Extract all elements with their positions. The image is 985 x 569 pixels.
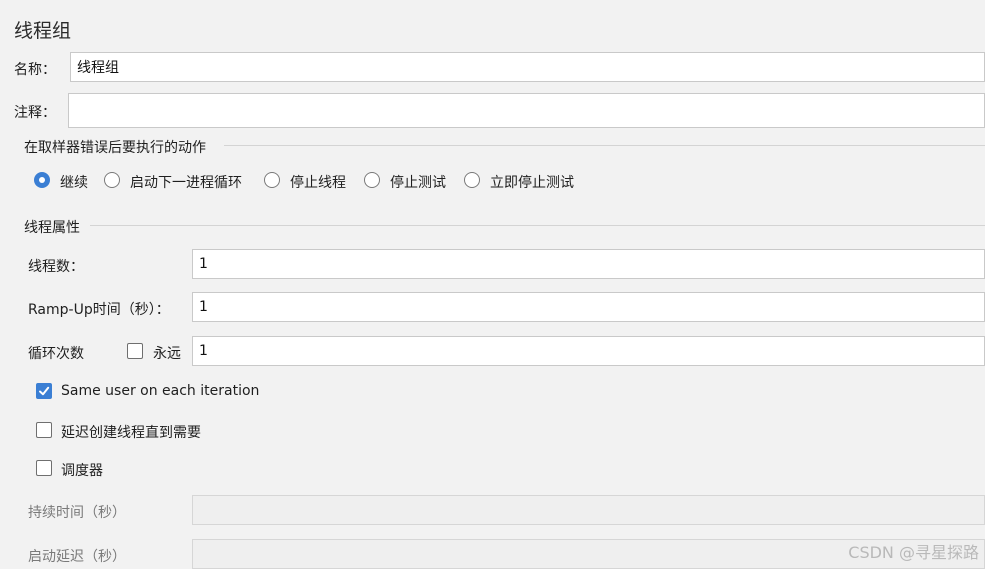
- radio-start-next-loop-label[interactable]: 启动下一进程循环: [130, 172, 242, 192]
- thread-props-heading: 线程属性: [24, 220, 80, 236]
- duration-input[interactable]: [192, 495, 985, 525]
- error-action-heading: 在取样器错误后要执行的动作: [24, 140, 206, 156]
- comment-input[interactable]: [68, 93, 985, 128]
- watermark: CSDN @寻星探路: [848, 543, 979, 562]
- check-icon: [39, 386, 50, 396]
- threads-label: 线程数：: [28, 259, 84, 275]
- loop-input[interactable]: 1: [192, 336, 985, 366]
- same-user-label[interactable]: Same user on each iteration: [61, 383, 259, 399]
- startup-delay-label: 启动延迟（秒）: [28, 549, 126, 565]
- radio-stop-thread-label[interactable]: 停止线程: [290, 172, 346, 192]
- loop-value: 1: [199, 343, 208, 359]
- radio-continue[interactable]: [34, 172, 50, 188]
- delay-thread-creation-label[interactable]: 延迟创建线程直到需要: [61, 422, 201, 442]
- radio-continue-label[interactable]: 继续: [60, 172, 88, 192]
- radio-stop-test[interactable]: [364, 172, 380, 188]
- name-label: 名称：: [14, 62, 56, 78]
- threads-input[interactable]: 1: [192, 249, 985, 279]
- same-user-checkbox[interactable]: [36, 383, 52, 399]
- rampup-input[interactable]: 1: [192, 292, 985, 322]
- scheduler-label[interactable]: 调度器: [61, 460, 103, 480]
- duration-label: 持续时间（秒）: [28, 505, 126, 521]
- name-value: 线程组: [77, 60, 119, 76]
- name-input[interactable]: 线程组: [70, 52, 985, 82]
- threads-value: 1: [199, 256, 208, 272]
- scheduler-checkbox[interactable]: [36, 460, 52, 476]
- radio-stop-test-now-label[interactable]: 立即停止测试: [490, 172, 574, 192]
- comment-label: 注释：: [14, 105, 56, 121]
- radio-stop-test-now[interactable]: [464, 172, 480, 188]
- panel-title: 线程组: [14, 20, 72, 42]
- radio-start-next-loop[interactable]: [104, 172, 120, 188]
- forever-label[interactable]: 永远: [153, 343, 181, 363]
- forever-checkbox[interactable]: [127, 343, 143, 359]
- radio-stop-test-label[interactable]: 停止测试: [390, 172, 446, 192]
- delay-thread-creation-checkbox[interactable]: [36, 422, 52, 438]
- rampup-value: 1: [199, 299, 208, 315]
- radio-stop-thread[interactable]: [264, 172, 280, 188]
- error-action-divider: [224, 145, 985, 146]
- rampup-label: Ramp-Up时间（秒）：: [28, 302, 170, 318]
- thread-props-divider: [90, 225, 985, 226]
- loop-label: 循环次数: [28, 346, 84, 362]
